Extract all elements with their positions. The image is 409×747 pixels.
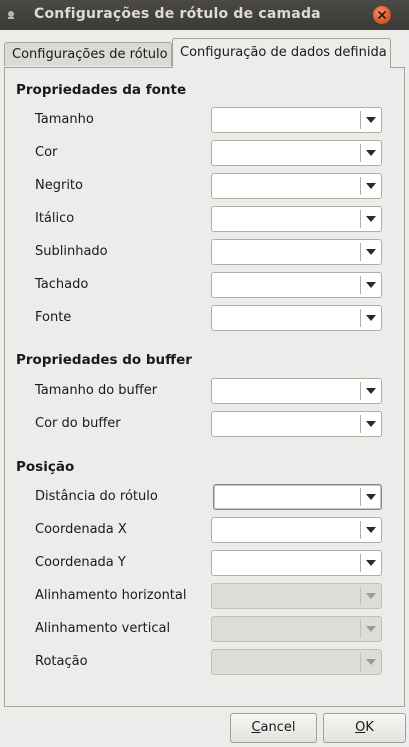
label-rotacao: Rotação xyxy=(35,654,88,669)
ok-label-rest: K xyxy=(365,720,374,735)
chevron-down-icon xyxy=(366,183,376,189)
ok-mnemonic: O xyxy=(355,720,366,735)
chevron-down-icon xyxy=(366,117,376,123)
combo-italico[interactable] xyxy=(211,206,382,232)
cancel-mnemonic: C xyxy=(251,720,261,735)
label-tamanho-do-buffer: Tamanho do buffer xyxy=(35,383,158,398)
chevron-down-icon xyxy=(366,216,376,222)
combo-negrito[interactable] xyxy=(211,173,382,199)
chevron-down-icon xyxy=(366,659,376,665)
close-icon[interactable] xyxy=(373,6,391,24)
combo-tamanho[interactable] xyxy=(211,107,382,133)
section-title-posicao: Posição xyxy=(16,459,75,475)
combo-distancia-do-rotulo[interactable] xyxy=(213,484,382,510)
window-title: Configurações de rótulo de camada xyxy=(34,6,321,22)
chevron-down-icon xyxy=(366,494,376,500)
cancel-button[interactable]: Cancel xyxy=(230,713,317,743)
chevron-down-icon xyxy=(366,150,376,156)
label-fonte: Fonte xyxy=(35,310,72,325)
label-cor: Cor xyxy=(35,145,58,160)
cancel-label-rest: ancel xyxy=(260,720,296,735)
label-tamanho: Tamanho xyxy=(35,112,94,127)
combo-cor[interactable] xyxy=(211,140,382,166)
label-italico: Itálico xyxy=(35,211,75,226)
label-alinhamento-horizontal: Alinhamento horizontal xyxy=(35,588,187,603)
combo-alinhamento-vertical xyxy=(211,616,382,642)
combo-sublinhado[interactable] xyxy=(211,239,382,265)
label-negrito: Negrito xyxy=(35,178,83,193)
section-title-buffer: Propriedades do buffer xyxy=(16,352,192,368)
dialog-window: Configurações de rótulo de camada Config… xyxy=(0,0,409,747)
tab-configuracao-de-dados-definida[interactable]: Configuração de dados definida xyxy=(172,38,391,68)
label-distancia-do-rotulo: Distância do rótulo xyxy=(35,489,158,504)
label-tachado: Tachado xyxy=(35,277,89,292)
chevron-down-icon xyxy=(366,527,376,533)
title-bar: Configurações de rótulo de camada xyxy=(0,0,409,30)
combo-rotacao xyxy=(211,649,382,675)
label-sublinhado: Sublinhado xyxy=(35,244,108,259)
ok-button[interactable]: OK xyxy=(323,713,406,743)
chevron-down-icon xyxy=(366,593,376,599)
section-title-font: Propriedades da fonte xyxy=(16,82,187,98)
chevron-down-icon xyxy=(366,282,376,288)
chevron-down-icon xyxy=(366,249,376,255)
label-coordenada-x: Coordenada X xyxy=(35,522,127,537)
chevron-down-icon xyxy=(366,388,376,394)
chevron-down-icon xyxy=(366,626,376,632)
label-alinhamento-vertical: Alinhamento vertical xyxy=(35,621,171,636)
combo-alinhamento-horizontal xyxy=(211,583,382,609)
combo-cor-do-buffer[interactable] xyxy=(211,411,382,437)
chevron-down-icon xyxy=(366,560,376,566)
combo-tamanho-do-buffer[interactable] xyxy=(211,378,382,404)
label-coordenada-y: Coordenada Y xyxy=(35,555,126,570)
combo-coordenada-x[interactable] xyxy=(211,517,382,543)
window-menu-icon[interactable] xyxy=(6,9,16,19)
tab-configuracoes-de-rotulo[interactable]: Configurações de rótulo xyxy=(4,42,172,66)
combo-fonte[interactable] xyxy=(211,305,382,331)
chevron-down-icon xyxy=(366,421,376,427)
label-cor-do-buffer: Cor do buffer xyxy=(35,416,121,431)
combo-coordenada-y[interactable] xyxy=(211,550,382,576)
chevron-down-icon xyxy=(366,315,376,321)
combo-tachado[interactable] xyxy=(211,272,382,298)
